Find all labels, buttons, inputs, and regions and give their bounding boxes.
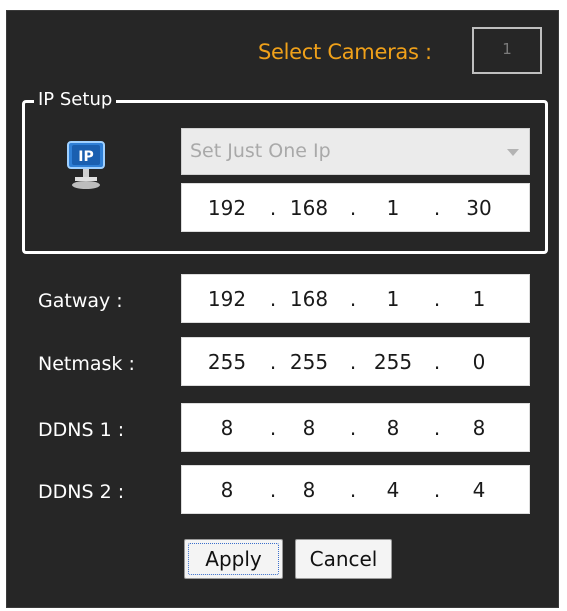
ddns2-input[interactable]: 8 . 8 . 4 . 4: [181, 465, 530, 514]
octet-separator: .: [433, 196, 441, 220]
octet-separator: .: [349, 196, 357, 220]
ip-setup-title: IP Setup: [34, 89, 117, 111]
ddns2-octet-1[interactable]: 8: [202, 478, 252, 502]
ddns1-label: DDNS 1 :: [38, 419, 125, 441]
cancel-button-label: Cancel: [309, 547, 378, 571]
octet-separator: .: [269, 416, 277, 440]
gateway-octet-3[interactable]: 1: [368, 287, 418, 311]
ddns2-octet-2[interactable]: 8: [284, 478, 334, 502]
ddns2-octet-4[interactable]: 4: [454, 478, 504, 502]
apply-button[interactable]: Apply: [184, 539, 283, 579]
octet-separator: .: [269, 350, 277, 374]
octet-separator: .: [433, 350, 441, 374]
netmask-input[interactable]: 255 . 255 . 255 . 0: [181, 337, 530, 386]
ddns2-label: DDNS 2 :: [38, 481, 125, 503]
ddns2-octet-3[interactable]: 4: [368, 478, 418, 502]
focus-ring: [188, 543, 279, 575]
ip-octet-4[interactable]: 30: [454, 196, 504, 220]
octet-separator: .: [433, 478, 441, 502]
octet-separator: .: [269, 478, 277, 502]
ip-octet-1[interactable]: 192: [202, 196, 252, 220]
select-cameras-label: Select Cameras :: [258, 40, 432, 64]
camera-count-input[interactable]: 1: [472, 27, 542, 74]
ip-octet-3[interactable]: 1: [368, 196, 418, 220]
netmask-octet-4[interactable]: 0: [454, 350, 504, 374]
svg-text:IP: IP: [78, 149, 93, 165]
netmask-octet-2[interactable]: 255: [284, 350, 334, 374]
ip-address-input[interactable]: 192 . 168 . 1 . 30: [181, 183, 530, 232]
netmask-octet-3[interactable]: 255: [368, 350, 418, 374]
ip-mode-value: Set Just One Ip: [190, 140, 331, 162]
ddns1-octet-2[interactable]: 8: [284, 416, 334, 440]
network-ip-icon: IP: [67, 141, 105, 189]
ddns1-octet-4[interactable]: 8: [454, 416, 504, 440]
ddns1-octet-3[interactable]: 8: [368, 416, 418, 440]
ddns1-input[interactable]: 8 . 8 . 8 . 8: [181, 403, 530, 452]
octet-separator: .: [433, 416, 441, 440]
gateway-octet-4[interactable]: 1: [454, 287, 504, 311]
cancel-button[interactable]: Cancel: [295, 539, 392, 579]
netmask-label: Netmask :: [38, 353, 135, 375]
ddns1-octet-1[interactable]: 8: [202, 416, 252, 440]
octet-separator: .: [269, 287, 277, 311]
octet-separator: .: [349, 287, 357, 311]
chevron-down-icon[interactable]: [507, 149, 519, 156]
ip-octet-2[interactable]: 168: [284, 196, 334, 220]
octet-separator: .: [433, 287, 441, 311]
octet-separator: .: [269, 196, 277, 220]
octet-separator: .: [349, 478, 357, 502]
gateway-label: Gatway :: [38, 290, 123, 312]
netmask-octet-1[interactable]: 255: [202, 350, 252, 374]
octet-separator: .: [349, 350, 357, 374]
ip-mode-select[interactable]: Set Just One Ip: [181, 128, 530, 175]
gateway-input[interactable]: 192 . 168 . 1 . 1: [181, 274, 530, 323]
gateway-octet-1[interactable]: 192: [202, 287, 252, 311]
octet-separator: .: [349, 416, 357, 440]
gateway-octet-2[interactable]: 168: [284, 287, 334, 311]
